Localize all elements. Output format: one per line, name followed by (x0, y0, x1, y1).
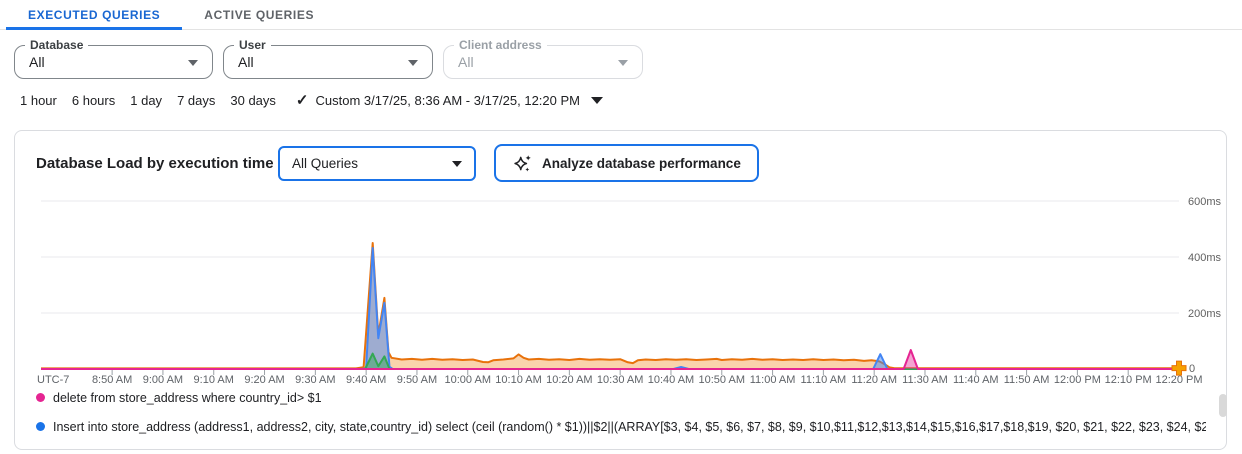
series-line-insert-into-store_address (41, 248, 1179, 369)
x-axis-label: 10:10 AM (495, 374, 541, 386)
database-load-chart[interactable]: 600ms 400ms 200ms 8:50 AM 9:00 AM 9:10 AM 9:20… (15, 186, 1228, 391)
sparkle-icon (512, 153, 533, 174)
x-axis-label: 11:20 AM (851, 374, 897, 386)
x-axis-label: 9:30 AM (295, 374, 335, 386)
x-axis-label: 10:30 AM (597, 374, 643, 386)
chevron-down-icon (591, 97, 603, 104)
series-area-insert-into-store_address (41, 248, 1179, 369)
chart-legend: delete from store_address where country_… (36, 389, 1206, 447)
database-filter-select[interactable]: Database All (14, 45, 213, 79)
time-range-7-days[interactable]: 7 days (177, 93, 215, 108)
legend-scrollbar[interactable] (1219, 394, 1227, 417)
time-range-custom-selector[interactable]: ✓ Custom 3/17/25, 8:36 AM - 3/17/25, 12:… (296, 91, 603, 109)
tab-active-queries[interactable]: ACTIVE QUERIES (182, 0, 336, 29)
tab-executed-queries[interactable]: EXECUTED QUERIES (6, 0, 182, 29)
analyze-database-performance-button[interactable]: Analyze database performance (494, 144, 759, 182)
client-address-filter-value: All (458, 46, 474, 78)
filter-row: Database All User All Client address All (14, 45, 1242, 79)
tab-bar: EXECUTED QUERIES ACTIVE QUERIES (0, 0, 1242, 30)
x-axis-label: 11:30 AM (902, 374, 948, 386)
x-axis-label: 9:20 AM (244, 374, 284, 386)
card-title: Database Load by execution time (36, 155, 274, 172)
chevron-down-icon (408, 60, 418, 66)
client-address-filter-select: Client address All (443, 45, 643, 79)
x-axis-label: 10:50 AM (699, 374, 745, 386)
series-line-other-queries-load (41, 243, 1179, 368)
analyze-button-label: Analyze database performance (542, 156, 741, 171)
database-filter-value: All (29, 46, 45, 78)
x-axis-label: 12:00 PM (1054, 374, 1101, 386)
user-filter-value: All (238, 46, 254, 78)
series-area-other-queries-load (41, 243, 1179, 369)
x-axis-label: 11:10 AM (801, 374, 847, 386)
chevron-down-icon (188, 60, 198, 66)
x-axis-label: 8:50 AM (92, 374, 132, 386)
legend-dot (36, 393, 45, 402)
time-range-row: 1 hour 6 hours 1 day 7 days 30 days ✓ Cu… (20, 91, 1242, 109)
time-range-1-hour[interactable]: 1 hour (20, 93, 57, 108)
time-range-1-day[interactable]: 1 day (130, 93, 162, 108)
chevron-down-icon (452, 161, 462, 167)
time-range-30-days[interactable]: 30 days (230, 93, 276, 108)
y-axis-label: 600ms (1188, 196, 1222, 208)
x-axis-label: 11:50 AM (1004, 374, 1050, 386)
x-axis-label: 10:00 AM (445, 374, 491, 386)
legend-label: Insert into store_address (address1, add… (53, 420, 1206, 434)
x-axis-label: 11:40 AM (953, 374, 999, 386)
x-axis-label: 9:10 AM (194, 374, 234, 386)
x-axis-label: 11:00 AM (750, 374, 796, 386)
x-axis-label: 12:20 PM (1155, 374, 1202, 386)
y-axis-label: 200ms (1188, 308, 1222, 320)
check-icon: ✓ (296, 91, 309, 109)
legend-dot (36, 422, 45, 431)
chevron-down-icon (618, 60, 628, 66)
time-range-6-hours[interactable]: 6 hours (72, 93, 115, 108)
query-filter-value: All Queries (292, 148, 358, 179)
timezone-label: UTC-7 (37, 374, 69, 386)
y-axis-label: 400ms (1188, 252, 1222, 264)
x-axis-label: 10:20 AM (546, 374, 592, 386)
y-zero-label: 0 (1189, 363, 1195, 375)
user-filter-select[interactable]: User All (223, 45, 433, 79)
database-load-card: Database Load by execution time All Quer… (14, 130, 1227, 450)
time-range-custom-label: Custom 3/17/25, 8:36 AM - 3/17/25, 12:20… (316, 93, 581, 108)
legend-item-delete-query[interactable]: delete from store_address where country_… (36, 389, 1206, 406)
query-filter-select[interactable]: All Queries (278, 146, 476, 181)
x-axis-label: 12:10 PM (1105, 374, 1152, 386)
x-axis-label: 9:00 AM (143, 374, 183, 386)
legend-label: delete from store_address where country_… (53, 391, 322, 405)
x-axis-label: 9:50 AM (397, 374, 437, 386)
x-axis-label: 9:40 AM (346, 374, 386, 386)
x-axis-label: 10:40 AM (648, 374, 694, 386)
legend-item-insert-query[interactable]: Insert into store_address (address1, add… (36, 418, 1206, 435)
